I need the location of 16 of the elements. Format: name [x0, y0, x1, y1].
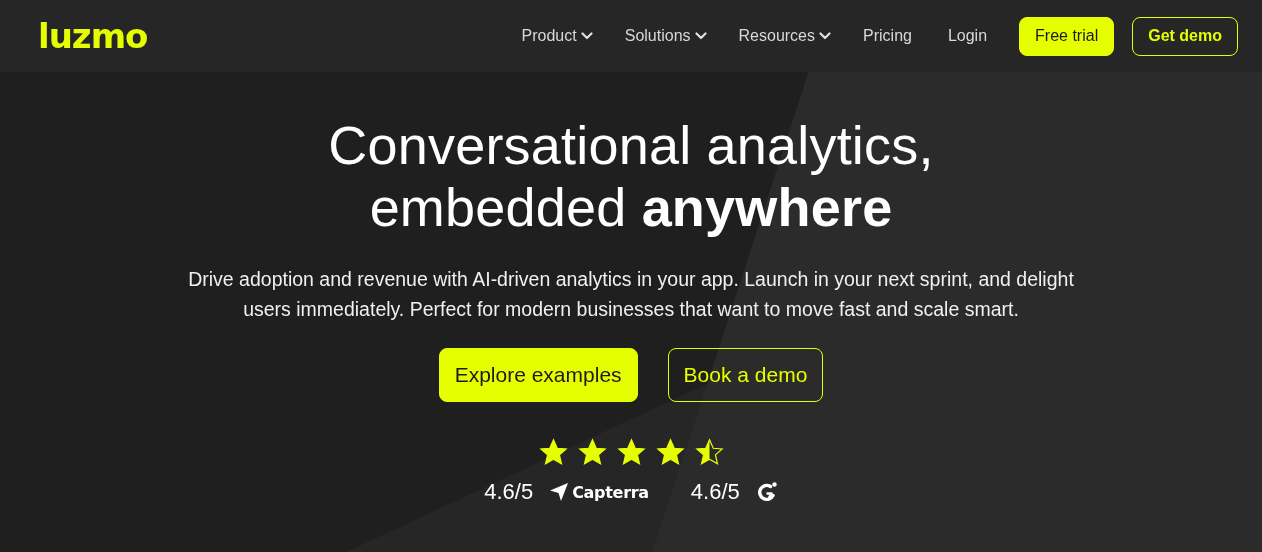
capterra-logo: Capterra [549, 482, 649, 502]
g2-logo-icon [755, 481, 778, 503]
rating-score: 4.6/5 [690, 479, 740, 505]
nav-link[interactable]: Resources [738, 27, 831, 45]
hero-heading: Conversational analytics, embedded anywhere [328, 114, 934, 238]
rating-score: 4.6/5 [484, 479, 534, 505]
hero-description: Drive adoption and revenue with AI-driven analytics in your app. Launch in your next sprint, and delight users immediately. Perfect for modern businesses that want to move fast and scale smart. [187, 267, 1075, 322]
nav-link[interactable]: Solutions [624, 27, 707, 45]
nav-link[interactable]: Login [947, 27, 988, 45]
nav-link[interactable]: Pricing [863, 27, 912, 45]
header-button[interactable]: Free trial [1019, 16, 1115, 56]
hero-button[interactable]: Explore examples [438, 348, 638, 402]
hero-button[interactable]: Book a demo [667, 348, 824, 402]
header-button[interactable]: Get demo [1132, 16, 1238, 56]
logo[interactable]: luzmo [38, 19, 148, 53]
nav-link[interactable]: Product [521, 27, 593, 45]
